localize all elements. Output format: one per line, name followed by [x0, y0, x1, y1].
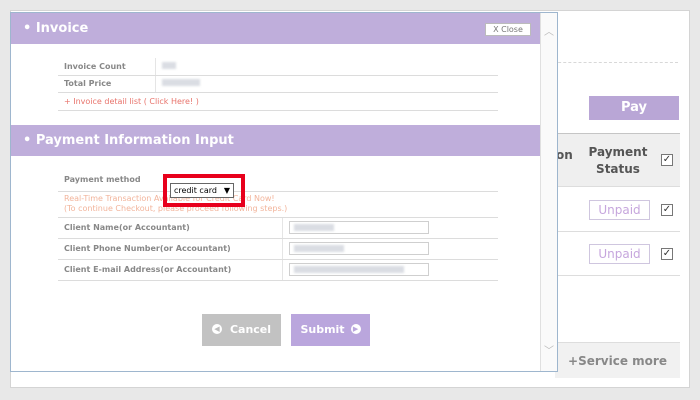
checkout-notice: (To continue Checkout, please proceed fo…: [64, 204, 288, 213]
client-phone-input[interactable]: [288, 242, 429, 255]
payment-table: Payment method Real-Time Transaction Ava…: [58, 169, 498, 281]
pay-button[interactable]: Pay: [589, 96, 679, 120]
client-email-cell: [282, 259, 498, 281]
arrow-right-icon: ▶: [350, 324, 361, 334]
scrollbar[interactable]: ︿ ﹀: [540, 13, 557, 371]
row-checkbox[interactable]: ✓: [661, 248, 673, 260]
invoice-payment-modal: • Invoice X Close Invoice Count Total Pr…: [10, 12, 558, 372]
total-price-label: Total Price: [58, 75, 156, 93]
table-row: Client E-mail Address(or Accountant): [58, 259, 498, 281]
table-row: Real-Time Transaction Available for Cred…: [58, 191, 498, 218]
row-checkbox[interactable]: ✓: [661, 204, 673, 216]
table-row: Payment method: [58, 169, 498, 192]
client-name-cell: [282, 217, 498, 239]
scroll-up-icon[interactable]: ︿: [541, 23, 557, 38]
client-name-label: Client Name(or Accountant): [58, 217, 283, 239]
total-price-value: [155, 75, 498, 93]
invoice-count-label: Invoice Count: [58, 58, 156, 76]
table-row: + Invoice detail list ( Click Here! ): [58, 92, 498, 111]
table-row: Total Price: [58, 75, 498, 93]
notice-cell: Real-Time Transaction Available for Cred…: [58, 191, 498, 218]
column-header-payment-status: Payment Status: [588, 145, 648, 176]
service-more-button[interactable]: +Service more: [555, 342, 680, 378]
payment-title: • Payment Information Input: [23, 133, 234, 148]
realtime-notice: Real-Time Transaction Available for Cred…: [64, 194, 275, 203]
divider: [548, 62, 678, 63]
select-all-checkbox[interactable]: ✓: [661, 154, 673, 166]
client-phone-label: Client Phone Number(or Accountant): [58, 238, 283, 260]
table-row: Invoice Count: [58, 58, 498, 76]
submit-label: Submit: [300, 323, 345, 336]
client-email-label: Client E-mail Address(or Accountant): [58, 259, 283, 281]
unpaid-button[interactable]: Unpaid: [589, 244, 650, 264]
invoice-title: • Invoice: [23, 21, 89, 36]
payment-section-header: • Payment Information Input: [11, 125, 541, 156]
payment-method-value: credit card: [174, 186, 217, 195]
detail-link-cell: + Invoice detail list ( Click Here! ): [58, 92, 498, 111]
invoice-count-value: [155, 58, 498, 76]
table-row: Client Phone Number(or Accountant): [58, 238, 498, 260]
client-name-input[interactable]: [288, 221, 429, 234]
invoice-detail-link[interactable]: + Invoice detail list ( Click Here! ): [64, 97, 199, 106]
table-row: Unpaid ✓: [548, 232, 680, 276]
table-row: Unpaid ✓: [548, 188, 680, 232]
close-button[interactable]: X Close: [485, 23, 531, 36]
chevron-down-icon: ▼: [223, 186, 230, 195]
scroll-down-icon[interactable]: ﹀: [541, 342, 557, 357]
client-phone-cell: [282, 238, 498, 260]
unpaid-button[interactable]: Unpaid: [589, 200, 650, 220]
arrow-left-icon: ◀: [211, 324, 222, 334]
cancel-button[interactable]: ◀ Cancel: [202, 314, 281, 346]
invoice-section-header: • Invoice X Close: [11, 13, 541, 44]
column-header-partial: on: [556, 148, 573, 162]
cancel-label: Cancel: [229, 323, 272, 336]
submit-button[interactable]: Submit ▶: [291, 314, 370, 346]
table-header: on Payment Status ✓: [548, 133, 680, 187]
invoice-table: Invoice Count Total Price + Invoice deta…: [58, 58, 498, 111]
table-row: Client Name(or Accountant): [58, 217, 498, 239]
client-email-input[interactable]: [288, 263, 429, 276]
payment-method-select[interactable]: credit card ▼: [170, 183, 234, 198]
